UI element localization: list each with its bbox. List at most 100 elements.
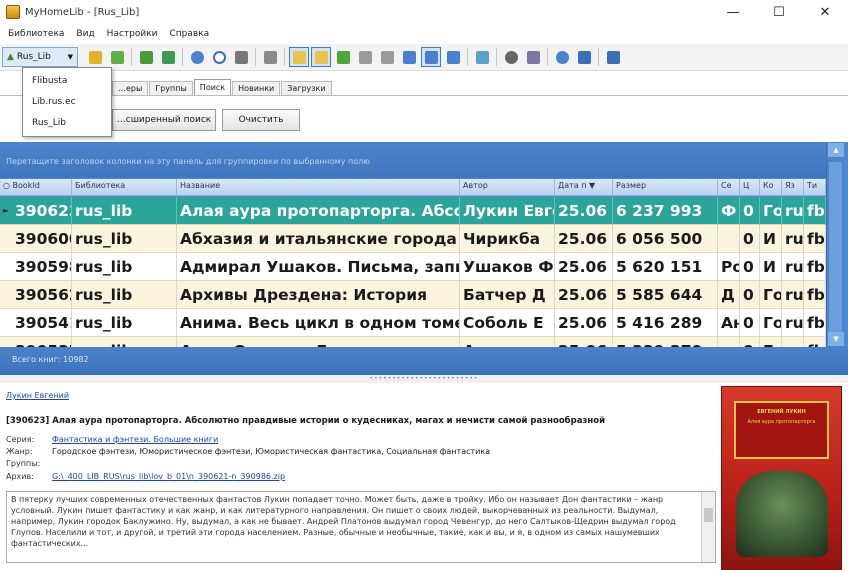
import-button[interactable] [107,47,127,67]
cell-library: rus_lib [72,308,177,337]
table-row[interactable]: 390562 rus_lib Архивы Дрездена: История … [0,280,826,309]
column-series[interactable]: Се [718,179,740,195]
library-option-rus-lib[interactable]: Rus_Lib [23,113,111,134]
view-button[interactable] [187,47,207,67]
cell-size: 6 237 993 [613,197,718,225]
genre-value: Городское фэнтези, Юмористическое фэнтез… [52,447,491,456]
menu-help[interactable]: Справка [164,29,216,39]
print-button[interactable] [260,47,280,67]
archive-link[interactable]: G:\_400_LIB_RUS\rus_lib\lov_b_01\n_39062… [52,472,285,481]
cell-type: fb [804,252,826,281]
close-button[interactable]: ✕ [802,0,848,24]
search-button[interactable] [209,47,229,67]
column-date[interactable]: Дата п ▼ [555,179,613,195]
toolbar: ▲ Rus_Lib ▼ [0,44,848,71]
grid-footer: Всего книг: 10982 [0,347,848,375]
menu-library[interactable]: Библиотека [2,29,70,39]
clear-button[interactable]: Очистить [222,109,300,131]
refresh-button[interactable] [501,47,521,67]
cover-title: Алая аура протопарторга [747,419,816,425]
layout-button[interactable] [421,47,441,67]
cell-bookid: 390541 [12,308,72,337]
cell-rate: 0 [740,336,760,347]
cart-button[interactable] [443,47,463,67]
table-row[interactable]: 390541 rus_lib Анима. Весь цикл в одном … [0,308,826,337]
cell-title: Алые Осенние Листья [177,336,460,347]
cell-genre: Го [760,308,782,337]
library-dropdown: Flibusta Lib.rus.ec Rus_Lib [22,67,112,137]
column-library[interactable]: Библиотека [72,179,177,195]
minimize-button[interactable]: — [710,0,756,24]
menu-view[interactable]: Вид [70,29,100,39]
table-row[interactable]: 390537 rus_lib Алые Осенние Листья Алекс… [0,336,826,347]
delete-button[interactable] [355,47,375,67]
column-title[interactable]: Название [177,179,460,195]
menu-settings[interactable]: Настройки [101,29,164,39]
extended-search-button[interactable]: …сширенный поиск [112,109,216,131]
app-icon [6,5,20,19]
table-view-button[interactable] [311,47,331,67]
cell-genre: Го [760,336,782,347]
author-link[interactable]: Лукин Евгений [6,391,69,400]
toolbar-separator [255,48,256,66]
tree-view-button[interactable] [289,47,309,67]
cell-date: 25.06 [555,336,613,347]
tools-icon [234,50,248,64]
add-library-icon [88,50,102,64]
row-selector-icon: ► [2,206,10,215]
annotation-text[interactable]: В пятерку лучших современных отечественн… [6,491,716,563]
scroll-up-icon[interactable]: ▲ [828,143,844,157]
panel-splitter[interactable]: •••••••••••••••••••••••• [0,375,848,383]
maximize-button[interactable]: ☐ [756,0,802,24]
filter-icon [336,50,350,64]
column-bookid[interactable]: ○ BookId [0,179,72,195]
check-button[interactable] [552,47,572,67]
column-genre[interactable]: Ко [760,179,782,195]
table-row[interactable]: 390600 rus_lib Абхазия и итальянские гор… [0,224,826,253]
send-button[interactable] [158,47,178,67]
tab-search[interactable]: Поиск [193,79,232,95]
library-option-librusec[interactable]: Lib.rus.ec [23,92,111,113]
tab-groups[interactable]: Группы [149,81,193,95]
database-button[interactable] [523,47,543,67]
tree-view-icon [292,50,306,64]
calendar-button[interactable] [472,47,492,67]
table-row[interactable]: ► 390623 rus_lib Алая аура протопарторга… [0,197,826,225]
cell-genre: Го [760,280,782,309]
filter-button[interactable] [333,47,353,67]
toolbar-separator [131,48,132,66]
grid-scrollbar[interactable]: ▲ ▼ [826,142,844,347]
library-selector[interactable]: ▲ Rus_Lib ▼ [2,47,78,67]
column-size[interactable]: Размер [613,179,718,195]
cell-series [718,336,740,347]
tab-downloads[interactable]: Загрузки [281,81,332,95]
cell-title: Анима. Весь цикл в одном томе [177,308,460,337]
library-option-flibusta[interactable]: Flibusta [23,71,111,92]
exit-button[interactable] [603,47,623,67]
tools-button[interactable] [231,47,251,67]
books-grid: Перетащите заголовок колонки на эту пане… [0,142,848,375]
tab-authors[interactable]: …еры [112,81,149,95]
cart-icon [446,50,460,64]
bookmarks-button[interactable] [574,47,594,67]
series-link[interactable]: Фантастика и фэнтези. Большие книги [52,435,218,444]
column-rate[interactable]: Ц [740,179,760,195]
column-type[interactable]: Ти [804,179,826,195]
cell-series: Ан [718,308,740,337]
tab-new[interactable]: Новинки [232,81,281,95]
export-button[interactable] [136,47,156,67]
scroll-thumb[interactable] [829,162,842,332]
grid-header: ○ BookId Библиотека Название Автор Дата … [0,179,826,196]
group-by-panel[interactable]: Перетащите заголовок колонки на эту пане… [0,142,826,178]
panel-button[interactable] [399,47,419,67]
scroll-down-icon[interactable]: ▼ [828,332,844,346]
book-button[interactable] [377,47,397,67]
add-library-button[interactable] [85,47,105,67]
cell-bookid: 390598 [12,252,72,281]
column-lang[interactable]: Яз [782,179,804,195]
column-author[interactable]: Автор [460,179,555,195]
menu-bar: Библиотека Вид Настройки Справка [0,24,848,43]
annotation-scroll-thumb[interactable] [704,508,713,522]
annotation-scrollbar[interactable] [701,492,715,562]
table-row[interactable]: 390598 rus_lib Адмирал Ушаков. Письма, з… [0,252,826,281]
